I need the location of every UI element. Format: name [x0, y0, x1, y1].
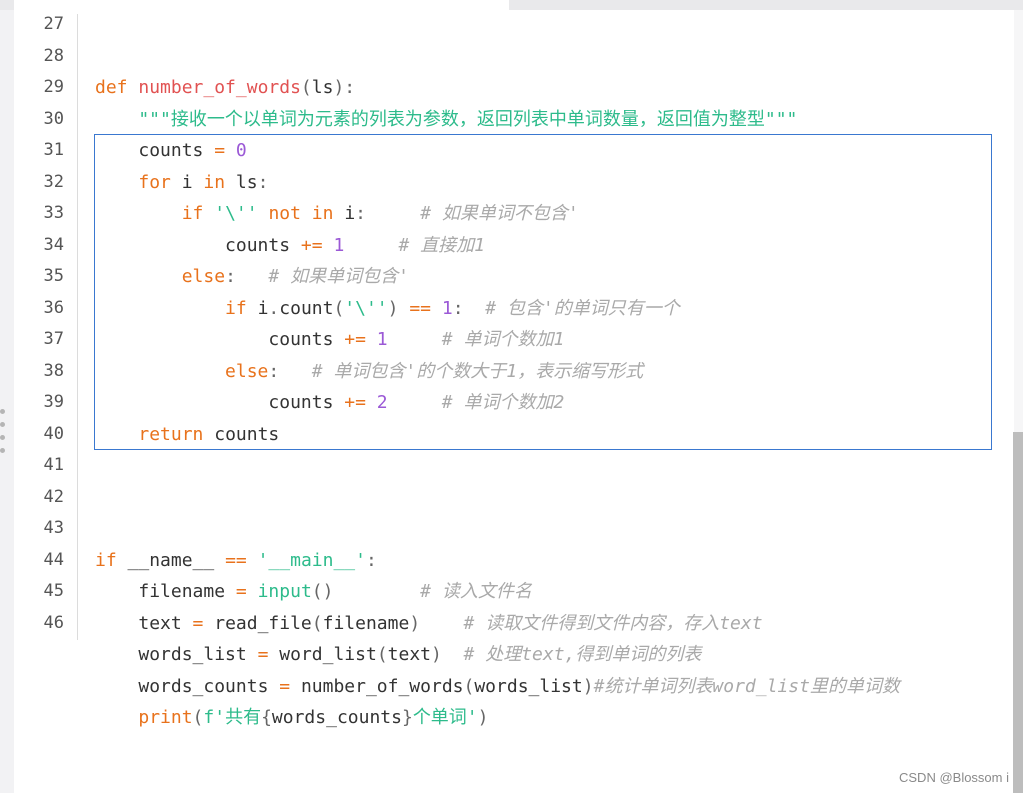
line-number: 39 [43, 392, 64, 412]
code-line-30: """接收一个以单词为元素的列表为参数，返回列表中单词数量，返回值为整型""" [95, 108, 798, 130]
identifier: words_counts [138, 675, 280, 697]
function-name: number_of_words [138, 77, 301, 98]
brace: } [401, 707, 413, 728]
code-line-29: def number_of_words(ls): [95, 72, 355, 103]
argument: words_list [474, 675, 583, 697]
keyword-if: if [95, 549, 117, 571]
keyword-def: def [95, 77, 139, 98]
fstring: 个单词' [412, 707, 478, 728]
line-number: 44 [43, 549, 64, 570]
drag-handle-icon[interactable] [0, 409, 6, 469]
line-number: 31 [43, 140, 64, 160]
line-number: 36 [43, 297, 64, 318]
line-number: 33 [43, 203, 64, 223]
paren: ) [477, 707, 489, 728]
operator: = [235, 581, 247, 602]
code-line-49: print(f'共有{words_counts}个单词') [95, 702, 489, 733]
paren: ): [333, 77, 356, 98]
comment: # 读取文件得到文件内容，存入text [420, 612, 763, 634]
line-number: 29 [43, 77, 64, 97]
paren: ( [192, 707, 204, 728]
function-call: number_of_words [300, 675, 464, 697]
function-call: word_list [279, 644, 377, 665]
function-call: read_file [214, 612, 312, 634]
operator: = [192, 612, 204, 634]
param: ls [311, 77, 334, 98]
line-number: 34 [43, 234, 64, 255]
colon: : [365, 549, 377, 571]
paren: ) [409, 612, 421, 634]
argument: filename [322, 612, 410, 634]
builtin-print: print [138, 707, 193, 728]
paren: () [311, 581, 334, 602]
line-number: 32 [43, 171, 64, 192]
paren: ( [463, 675, 475, 697]
operator: = [257, 644, 269, 665]
comment: # 处理text,得到单词的列表 [441, 644, 702, 665]
builtin-call: input [257, 581, 312, 602]
argument: text [387, 644, 432, 665]
gutter-divider [77, 14, 78, 640]
comment: # 读入文件名 [333, 581, 532, 602]
line-number: 40 [43, 423, 64, 444]
line-number: 30 [43, 108, 64, 129]
comment: #统计单词列表word_list里的单词数 [593, 675, 900, 697]
paren: ( [300, 77, 312, 98]
line-number: 46 [43, 612, 64, 633]
paren: ( [311, 612, 323, 634]
line-number: 42 [43, 486, 64, 507]
line-number: 41 [43, 455, 64, 475]
operator: = [279, 675, 291, 697]
identifier: text [138, 612, 193, 634]
paren: ) [431, 644, 442, 665]
line-number: 37 [43, 329, 64, 349]
fstring: f'共有 [203, 707, 262, 728]
identifier: words_counts [271, 707, 402, 728]
code-line-44: if __name__ == '__main__': [95, 545, 377, 576]
identifier: __name__ [116, 549, 226, 571]
brace: { [261, 707, 272, 728]
watermark: CSDN @Blossom i [899, 770, 1009, 785]
line-number: 45 [43, 581, 64, 601]
line-number: 35 [43, 266, 64, 286]
paren: ( [376, 644, 388, 665]
identifier: words_list [138, 644, 258, 665]
top-strip-tab [14, 0, 509, 10]
line-number: 43 [43, 518, 64, 538]
line-number: 28 [43, 45, 64, 66]
line-number: 27 [43, 14, 64, 34]
code-line-45: filename = input() # 读入文件名 [95, 576, 532, 607]
string: '__main__' [257, 549, 366, 571]
top-strip [0, 0, 1023, 10]
selection-box [94, 134, 992, 450]
paren: ) [582, 675, 594, 697]
scrollbar-thumb[interactable] [1013, 432, 1023, 793]
line-number: 38 [43, 360, 64, 381]
operator: == [225, 549, 247, 571]
code-line-48: words_counts = number_of_words(words_lis… [95, 671, 900, 702]
code-line-46: text = read_file(filename) # 读取文件得到文件内容，… [95, 608, 763, 639]
identifier: filename [138, 581, 236, 602]
code-line-47: words_list = word_list(text) # 处理text,得到… [95, 639, 701, 670]
